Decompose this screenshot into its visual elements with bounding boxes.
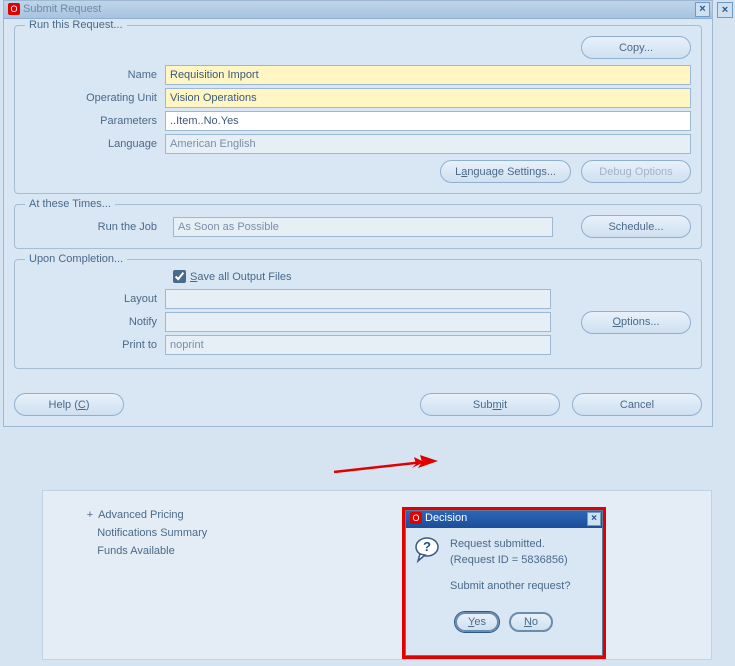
nav-item-notifications-summary[interactable]: Notifications Summary xyxy=(85,524,275,542)
dialog-close-icon[interactable]: × xyxy=(587,512,601,526)
window-titlebar: OSubmit Request × xyxy=(4,1,712,19)
help-button[interactable]: Help (C) xyxy=(14,393,124,416)
run-the-job-label: Run the Job xyxy=(25,221,165,233)
question-icon: ? xyxy=(414,536,442,564)
svg-text:?: ? xyxy=(423,539,431,554)
nav-item-advanced-pricing[interactable]: + Advanced Pricing xyxy=(85,506,275,524)
times-group-title: At these Times... xyxy=(25,198,115,210)
dialog-title-text: Decision xyxy=(425,512,467,524)
aux-close-icon[interactable]: × xyxy=(717,2,733,18)
at-these-times-group: At these Times... Run the Job Schedule..… xyxy=(14,204,702,249)
window-title: Submit Request xyxy=(23,3,101,15)
window-close-icon[interactable]: × xyxy=(695,2,710,17)
dialog-yes-button[interactable]: Yes xyxy=(455,612,499,632)
notify-input xyxy=(165,312,551,332)
oracle-logo-icon: O xyxy=(8,3,20,15)
language-input xyxy=(165,134,691,154)
upon-completion-group: Upon Completion... Save all Output Files… xyxy=(14,259,702,369)
name-label: Name xyxy=(25,69,165,81)
save-all-output-label: Save all Output Files xyxy=(190,271,292,283)
run-group-title: Run this Request... xyxy=(25,19,127,31)
run-the-job-input xyxy=(173,217,553,237)
cancel-button[interactable]: Cancel xyxy=(572,393,702,416)
print-to-input xyxy=(165,335,551,355)
submit-button[interactable]: Submit xyxy=(420,393,560,416)
parameters-label: Parameters xyxy=(25,115,165,127)
options-button[interactable]: Options... xyxy=(581,311,691,334)
dialog-message: Request submitted.(Request ID = 5836856)… xyxy=(450,536,570,604)
operating-unit-label: Operating Unit xyxy=(25,92,165,104)
notify-label: Notify xyxy=(25,316,165,328)
language-settings-button[interactable]: Language Settings... xyxy=(440,160,571,183)
annotation-dialog-highlight: ODecision × ? Request submitted.(Request… xyxy=(402,507,606,659)
save-all-output-checkbox[interactable] xyxy=(173,270,186,283)
decision-dialog: ODecision × ? Request submitted.(Request… xyxy=(405,510,603,656)
name-input[interactable] xyxy=(165,65,691,85)
language-label: Language xyxy=(25,138,165,150)
layout-input xyxy=(165,289,551,309)
nav-item-funds-available[interactable]: Funds Available xyxy=(85,542,275,560)
submit-request-window: OSubmit Request × Run this Request... Co… xyxy=(3,0,713,427)
parameters-input[interactable] xyxy=(165,111,691,131)
completion-group-title: Upon Completion... xyxy=(25,253,127,265)
oracle-logo-icon: O xyxy=(410,512,422,524)
dialog-no-button[interactable]: No xyxy=(509,612,553,632)
schedule-button[interactable]: Schedule... xyxy=(581,215,691,238)
background-nav-list: + Advanced Pricing Notifications Summary… xyxy=(85,506,275,560)
layout-label: Layout xyxy=(25,293,165,305)
dialog-titlebar: ODecision × xyxy=(406,511,602,528)
print-to-label: Print to xyxy=(25,339,165,351)
debug-options-button: Debug Options xyxy=(581,160,691,183)
run-this-request-group: Run this Request... Copy... Name Operati… xyxy=(14,25,702,194)
copy-button[interactable]: Copy... xyxy=(581,36,691,59)
operating-unit-input[interactable] xyxy=(165,88,691,108)
